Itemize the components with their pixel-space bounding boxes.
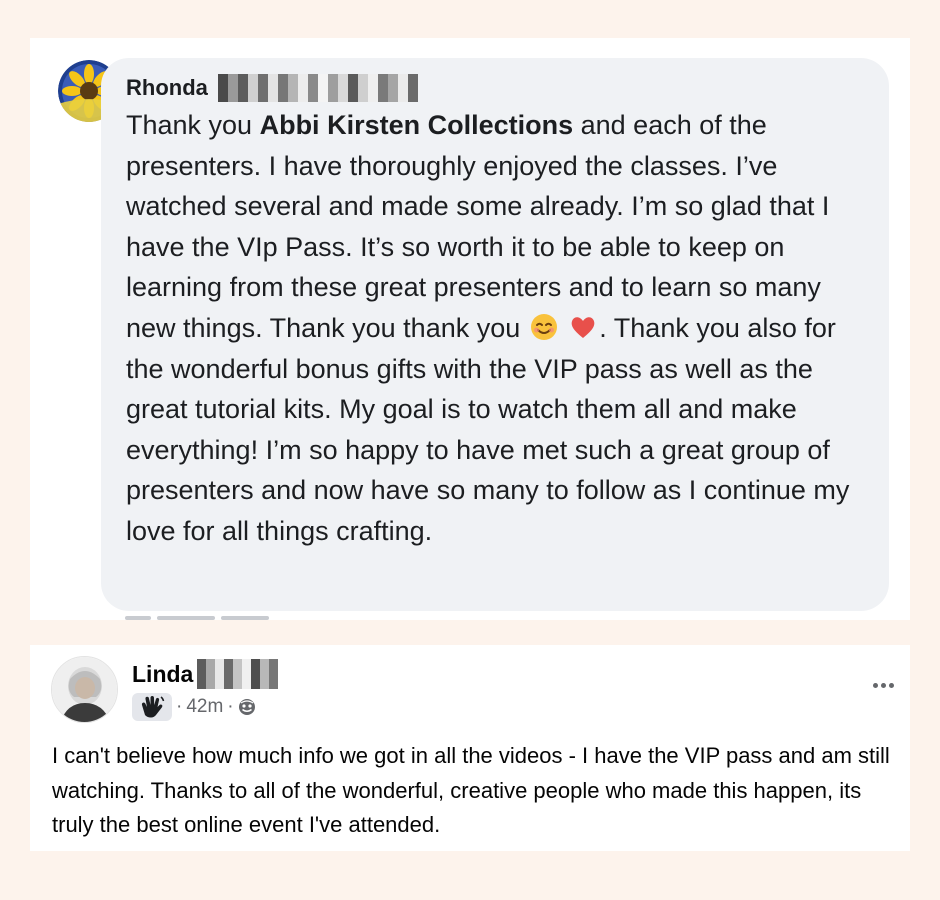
cut-off-reply-preview [125, 616, 355, 620]
more-options-icon[interactable] [868, 673, 898, 697]
smiling-face-emoji-icon [530, 313, 557, 340]
comment-author-name[interactable]: Rhonda [126, 75, 208, 101]
meta-separator: · [176, 696, 183, 717]
mentioned-page-link[interactable]: Abbi Kirsten Collections [260, 110, 574, 140]
post-card: Linda · 42m · I can't believe how much i… [30, 645, 910, 851]
public-globe-icon[interactable] [238, 698, 256, 716]
poster-avatar[interactable] [51, 656, 118, 723]
redacted-surname [197, 659, 279, 689]
post-timestamp[interactable]: 42m [186, 696, 223, 718]
red-heart-emoji-icon [571, 317, 595, 338]
meta-separator: · [227, 696, 234, 717]
comment-text-part: Thank you [126, 110, 260, 140]
group-badge[interactable] [132, 693, 172, 721]
comment-text-part: and each of the presenters. I have thoro… [126, 110, 830, 343]
redacted-surname [217, 74, 418, 102]
comment-card: Rhonda Thank you Abbi Kirsten Collection… [30, 38, 910, 620]
profile-photo-icon [52, 657, 117, 722]
waving-hand-icon [141, 695, 165, 718]
comment-text-part: . Thank you also for the wonderful bonus… [126, 312, 850, 546]
post-body: I can't believe how much info we got in … [52, 743, 890, 837]
comment-body: Thank you Abbi Kirsten Collections and e… [126, 105, 866, 552]
post-author-name[interactable]: Linda [132, 661, 193, 688]
comment-bubble: Rhonda Thank you Abbi Kirsten Collection… [101, 58, 889, 611]
